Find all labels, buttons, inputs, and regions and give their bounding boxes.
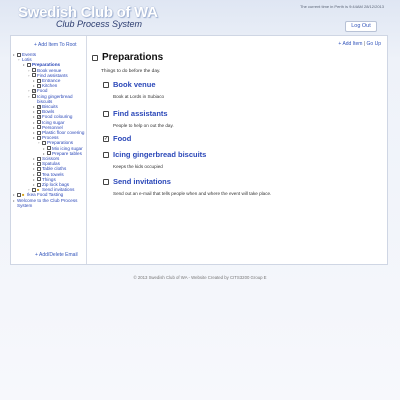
item-checkbox[interactable] xyxy=(103,81,109,88)
checked-checkbox[interactable]: ✓ xyxy=(32,88,36,93)
sidebar: + Add Item To Root • Events ◦ Lotis • Prepara… xyxy=(11,36,87,264)
checkbox[interactable] xyxy=(47,146,51,151)
page-description: Things to do before the day. xyxy=(101,69,161,74)
checkbox[interactable] xyxy=(37,120,41,125)
checkbox[interactable] xyxy=(17,52,21,57)
logout-button[interactable]: Log Out xyxy=(345,21,377,32)
item-title-link[interactable]: Icing gingerbread biscuits xyxy=(113,150,206,159)
item-title-link[interactable]: Food xyxy=(113,134,131,143)
checkbox[interactable] xyxy=(37,83,41,88)
checked-checkbox[interactable]: ✓ xyxy=(37,114,41,119)
item-row: ✓ Food xyxy=(103,134,131,143)
item-checkbox[interactable] xyxy=(103,178,109,185)
content-panel: + Add Item To Root • Events ◦ Lotis • Prepara… xyxy=(10,35,388,265)
go-up-link[interactable]: Go Up xyxy=(367,41,381,47)
checked-checkbox[interactable]: ✓ xyxy=(103,135,109,142)
item-title-link[interactable]: Book venue xyxy=(113,80,156,89)
tree-item-label[interactable]: Welcome to the Club Process System xyxy=(17,198,85,208)
checkbox[interactable] xyxy=(37,156,41,161)
checkbox[interactable] xyxy=(32,68,36,73)
item-row: Icing gingerbread biscuits xyxy=(103,150,206,159)
checkbox[interactable] xyxy=(42,140,46,145)
item-checkbox[interactable] xyxy=(103,151,109,158)
checkbox[interactable] xyxy=(32,94,36,99)
tree-item[interactable]: ◦ Icing gingerbread biscuits xyxy=(13,94,85,104)
checkbox[interactable] xyxy=(37,125,41,130)
page-checkbox[interactable] xyxy=(92,54,98,61)
item-description: Book at Lords in Subiaco xyxy=(113,94,165,99)
add-item-link[interactable]: + Add Item xyxy=(338,41,362,47)
item-tree: • Events ◦ Lotis • Preparations ◦ Book venue ◦ Fi… xyxy=(13,52,85,208)
tree-item[interactable]: • Welcome to the Club Process System xyxy=(13,198,85,208)
checkbox[interactable] xyxy=(37,130,41,135)
checkbox[interactable] xyxy=(37,161,41,166)
checked-checkbox[interactable]: ✓ xyxy=(37,104,41,109)
item-checkbox[interactable] xyxy=(103,110,109,117)
checkbox[interactable] xyxy=(37,177,41,182)
current-time-info: The current time in Perth is 9:44AM 28/1… xyxy=(299,4,384,9)
main-content: + Add Item | Go Up Preparations Things t… xyxy=(91,36,387,264)
checkbox[interactable] xyxy=(32,187,36,192)
checkbox[interactable] xyxy=(47,151,51,156)
add-item-to-root-link[interactable]: + Add Item To Root xyxy=(34,42,77,48)
checkbox[interactable] xyxy=(27,62,31,67)
tree-item-label[interactable]: Icing gingerbread biscuits xyxy=(37,94,85,104)
item-title-link[interactable]: Find assistants xyxy=(113,109,168,118)
item-row: Find assistants xyxy=(103,109,168,118)
checkbox[interactable] xyxy=(37,172,41,177)
item-description: Keeps the kids occupied xyxy=(113,164,163,169)
checkbox[interactable] xyxy=(37,182,41,187)
top-links: + Add Item | Go Up xyxy=(338,41,381,47)
checkbox[interactable] xyxy=(37,166,41,171)
checkbox[interactable] xyxy=(37,109,41,114)
checkbox[interactable] xyxy=(32,73,36,78)
checkbox[interactable] xyxy=(37,78,41,83)
footer: © 2013 Swedish Club of WA - Website Crea… xyxy=(133,275,267,280)
checkbox[interactable] xyxy=(17,192,21,197)
item-title-link[interactable]: Send invitations xyxy=(113,177,171,186)
item-row: Send invitations xyxy=(103,177,171,186)
add-delete-email-link[interactable]: + Add/Delete Email xyxy=(35,252,78,258)
link-separator: | xyxy=(363,41,366,47)
item-description: People to help on out the day. xyxy=(113,123,174,128)
item-row: Book venue xyxy=(103,80,156,89)
site-subtitle: Club Process System xyxy=(56,19,143,29)
item-description: Send out an e-mail that tells people whe… xyxy=(113,191,272,196)
header: Swedish Club of WA Club Process System T… xyxy=(0,0,400,40)
checkbox[interactable] xyxy=(37,135,41,140)
page-title-row: Preparations xyxy=(92,52,163,63)
page-title: Preparations xyxy=(102,52,164,63)
